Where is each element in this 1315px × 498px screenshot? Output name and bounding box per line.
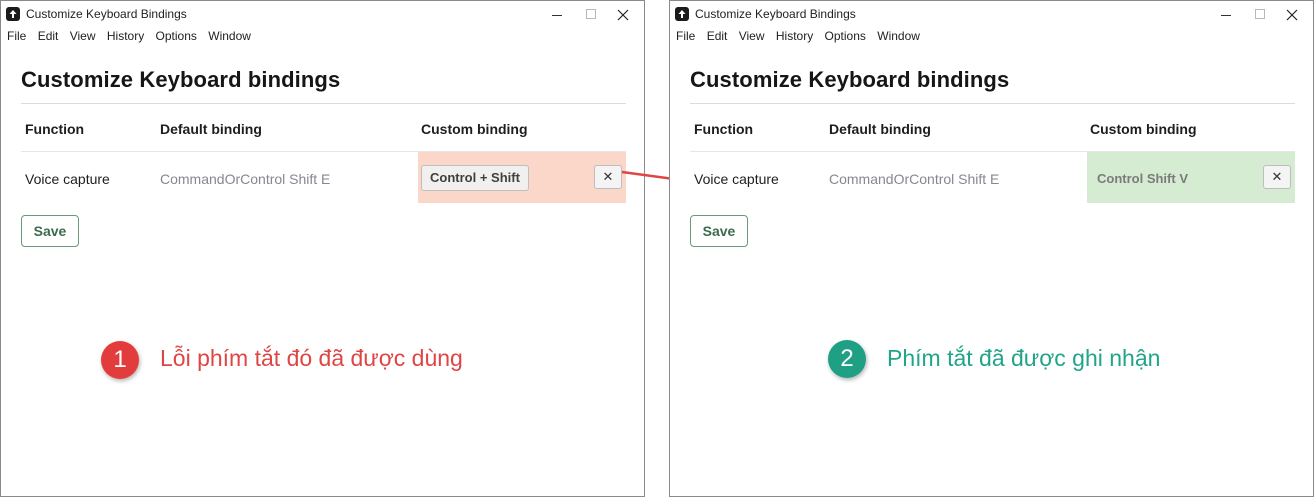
window-title: Customize Keyboard Bindings — [695, 7, 856, 21]
menu-file[interactable]: File — [676, 29, 695, 43]
success-caption: Phím tắt đã được ghi nhận — [887, 345, 1161, 371]
column-header-custom: Custom binding — [1090, 121, 1197, 137]
app-window-error: Customize Keyboard Bindings File Edit Vi… — [0, 0, 645, 497]
column-header-default: Default binding — [829, 121, 931, 137]
menu-bar: File Edit View History Options Window — [7, 29, 259, 45]
divider — [690, 103, 1295, 104]
function-name: Voice capture — [25, 171, 110, 187]
close-icon[interactable] — [610, 5, 636, 25]
menu-edit[interactable]: Edit — [38, 29, 59, 43]
function-name: Voice capture — [694, 171, 779, 187]
page-title: Customize Keyboard bindings — [21, 67, 341, 92]
app-icon — [675, 7, 689, 21]
menu-bar: File Edit View History Options Window — [676, 29, 928, 45]
menu-options[interactable]: Options — [825, 29, 866, 43]
column-header-function: Function — [694, 121, 754, 137]
clear-binding-button[interactable]: ✕ — [594, 165, 622, 189]
app-window-success: Customize Keyboard Bindings File Edit Vi… — [669, 0, 1314, 497]
custom-binding-cell-success[interactable]: Control Shift V ✕ — [1087, 152, 1295, 203]
step-badge-1: 1 — [101, 341, 139, 379]
save-button[interactable]: Save — [690, 215, 748, 247]
menu-view[interactable]: View — [739, 29, 765, 43]
clear-icon: ✕ — [602, 169, 614, 184]
menu-window[interactable]: Window — [208, 29, 251, 43]
custom-binding-cell-error[interactable]: Control + Shift ✕ — [418, 152, 626, 203]
minimize-icon[interactable] — [544, 5, 570, 25]
divider — [21, 103, 626, 104]
menu-file[interactable]: File — [7, 29, 26, 43]
title-bar[interactable]: Customize Keyboard Bindings — [1, 1, 644, 29]
clear-icon: ✕ — [1271, 169, 1283, 184]
menu-history[interactable]: History — [776, 29, 813, 43]
error-caption: Lỗi phím tắt đó đã được dùng — [160, 345, 463, 371]
maximize-icon[interactable] — [1247, 5, 1273, 25]
column-header-function: Function — [25, 121, 85, 137]
save-button[interactable]: Save — [21, 215, 79, 247]
step-badge-2: 2 — [828, 340, 866, 378]
custom-binding-input[interactable]: Control + Shift — [421, 165, 529, 191]
maximize-icon[interactable] — [578, 5, 604, 25]
default-binding: CommandOrControl Shift E — [829, 171, 1000, 187]
title-bar[interactable]: Customize Keyboard Bindings — [670, 1, 1313, 29]
close-icon[interactable] — [1279, 5, 1305, 25]
column-header-custom: Custom binding — [421, 121, 528, 137]
window-title: Customize Keyboard Bindings — [26, 7, 187, 21]
minimize-icon[interactable] — [1213, 5, 1239, 25]
custom-binding-value[interactable]: Control Shift V — [1097, 171, 1188, 186]
menu-options[interactable]: Options — [156, 29, 197, 43]
menu-history[interactable]: History — [107, 29, 144, 43]
default-binding: CommandOrControl Shift E — [160, 171, 331, 187]
column-header-default: Default binding — [160, 121, 262, 137]
clear-binding-button[interactable]: ✕ — [1263, 165, 1291, 189]
menu-edit[interactable]: Edit — [707, 29, 728, 43]
menu-window[interactable]: Window — [877, 29, 920, 43]
page-title: Customize Keyboard bindings — [690, 67, 1010, 92]
menu-view[interactable]: View — [70, 29, 96, 43]
app-icon — [6, 7, 20, 21]
